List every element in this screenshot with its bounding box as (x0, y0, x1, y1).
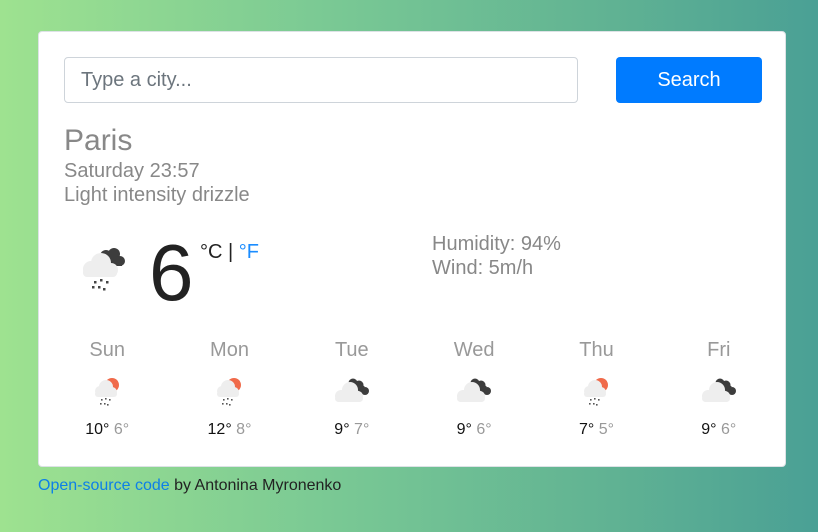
open-source-code-link[interactable]: Open-source code (38, 477, 170, 494)
humidity: Humidity: 94% (432, 233, 561, 255)
fahrenheit-unit-link[interactable]: °F (239, 241, 259, 263)
search-button[interactable]: Search (616, 57, 762, 103)
forecast-day: Tue 9° 7° (291, 338, 413, 440)
forecast-min: 6° (476, 421, 492, 438)
forecast-day-name: Sun (89, 339, 125, 361)
forecast-day: Wed 9° 6° (413, 338, 535, 440)
sun-cloud-rain-icon (46, 372, 168, 408)
forecast-temps: 9° 6° (658, 420, 780, 440)
unit-separator: | (228, 241, 234, 263)
forecast-max: 9° (456, 421, 472, 438)
weather-description: Light intensity drizzle (64, 184, 250, 206)
forecast-max: 10° (85, 421, 110, 438)
current-temperature: 6 (149, 228, 194, 317)
forecast-day: Mon 12° 8° (168, 338, 290, 440)
forecast-max: 12° (207, 421, 232, 438)
forecast-max: 9° (701, 421, 717, 438)
forecast-day-name: Wed (453, 339, 495, 361)
footer-author: by Antonina Myronenko (169, 477, 342, 494)
sun-cloud-rain-icon (535, 372, 657, 408)
forecast-temps: 10° 6° (46, 420, 168, 440)
forecast-min: 6° (113, 421, 130, 438)
forecast-day-name: Mon (210, 339, 249, 361)
forecast-temps: 9° 7° (291, 420, 413, 440)
celsius-unit[interactable]: °C (200, 241, 222, 263)
forecast-day: Fri 9° 6° (658, 338, 780, 440)
forecast-day-name: Tue (334, 339, 369, 361)
sun-cloud-rain-icon (168, 372, 290, 408)
forecast-day-name: Thu (579, 339, 614, 361)
forecast-list: Sun 10° 6° Mon 12° 8° Tue 9° 7° Wed 9° 6… (46, 338, 780, 440)
forecast-min: 7° (354, 421, 370, 438)
city-search-input[interactable] (64, 57, 578, 103)
unit-toggle: °C | °F (200, 240, 259, 264)
forecast-temps: 7° 5° (535, 420, 657, 440)
forecast-day: Thu 7° 5° (535, 338, 657, 440)
cloudy-icon (658, 372, 780, 408)
weather-card: Search Paris Saturday 23:57 Light intens… (38, 31, 786, 467)
night-cloud-drizzle-icon (79, 246, 129, 292)
forecast-min: 8° (236, 421, 252, 438)
forecast-temps: 12° 8° (168, 420, 290, 440)
forecast-temps: 9° 6° (413, 420, 535, 440)
wind: Wind: 5m/h (432, 257, 534, 279)
weather-details: Humidity: 94% Wind: 5m/h (432, 232, 561, 280)
cloudy-icon (413, 372, 535, 408)
city-name: Paris (64, 124, 133, 157)
forecast-max: 7° (578, 421, 595, 438)
forecast-max: 9° (334, 421, 350, 438)
footer: Open-source code by Antonina Myronenko (38, 476, 341, 496)
forecast-min: 5° (598, 421, 614, 438)
current-datetime: Saturday 23:57 (64, 160, 200, 182)
cloudy-icon (291, 372, 413, 408)
forecast-day-name: Fri (707, 339, 731, 361)
forecast-day: Sun 10° 6° (46, 338, 168, 440)
forecast-min: 6° (721, 421, 737, 438)
